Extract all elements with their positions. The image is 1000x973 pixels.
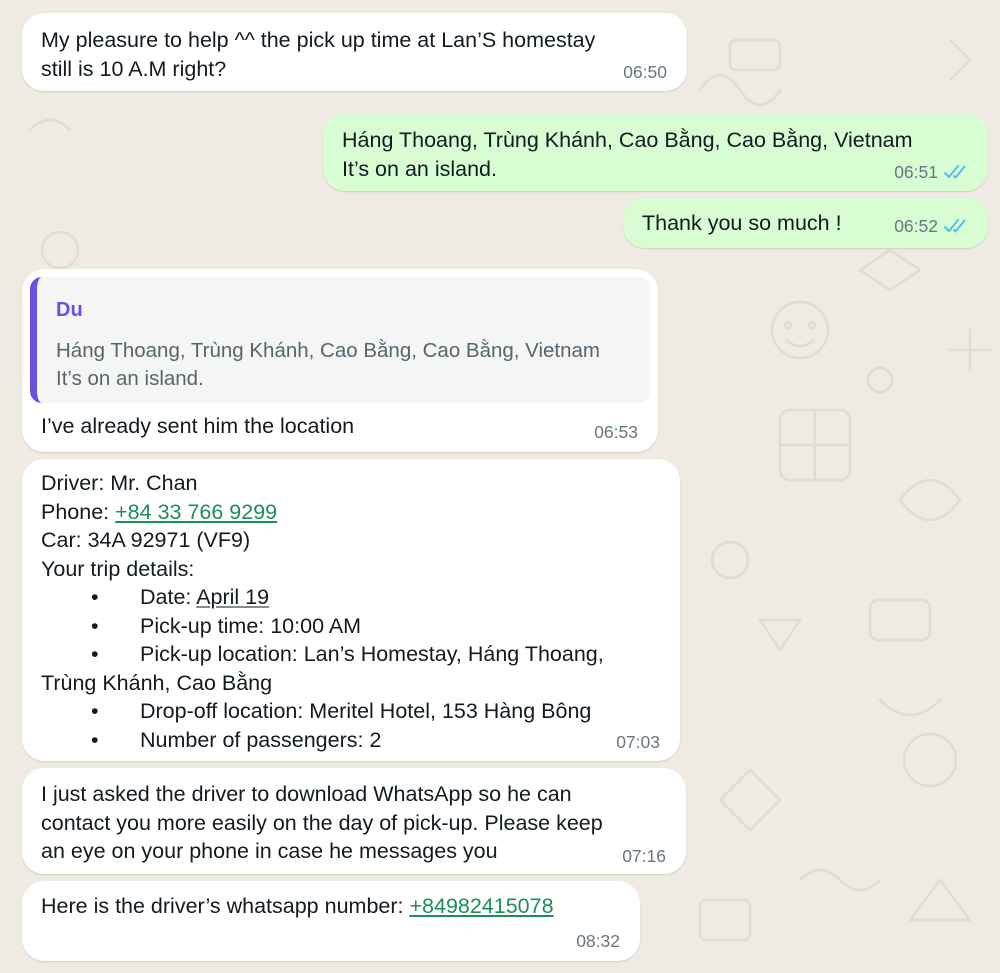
quoted-author: Du [56,299,83,321]
message-text: My pleasure to help ^^ the pick up time … [41,28,596,81]
trip-detail-pickup-location: • Pick-up location: Lan’s Homestay, Háng … [91,642,604,666]
trip-detail-dropoff: • Drop-off location: Meritel Hotel, 153 H… [91,699,592,723]
double-check-read-icon [944,219,966,233]
message-bubble-incoming[interactable]: Here is the driver’s whatsapp number: +8… [22,881,640,961]
message-text: Thank you so much ! [642,211,842,235]
message-time: 07:16 [622,846,666,866]
whatsapp-number-link[interactable]: +84982415078 [409,894,553,918]
message-time: 07:03 [616,732,660,752]
chat-area: My pleasure to help ^^ the pick up time … [0,0,1000,973]
message-bubble-driver-details[interactable]: Driver: Mr. Chan Phone: +84 33 766 9299 … [22,459,680,761]
message-bubble-outgoing[interactable]: Háng Thoang, Trùng Khánh, Cao Bằng, Cao … [323,113,988,191]
message-bubble-incoming-reply[interactable]: Du Háng Thoang, Trùng Khánh, Cao Bằng, C… [22,269,658,452]
driver-phone-line: Phone: +84 33 766 9299 [41,499,278,524]
quoted-text-line: It’s on an island. [56,367,204,390]
message-time: 06:52 [894,216,970,236]
message-bubble-incoming[interactable]: I just asked the driver to download What… [22,768,686,874]
message-text: Driver: Mr. Chan Phone: +84 33 766 9299 … [41,469,604,754]
message-text: Háng Thoang, Trùng Khánh, Cao Bằng, Cao … [342,128,913,181]
quoted-text-line: Háng Thoang, Trùng Khánh, Cao Bằng, Cao … [56,339,601,362]
message-time: 06:53 [594,422,638,442]
message-text: Here is the driver’s whatsapp number: +8… [41,894,554,918]
message-bubble-incoming[interactable]: My pleasure to help ^^ the pick up time … [22,13,687,91]
trip-heading: Your trip details: [41,556,195,581]
driver-phone-link[interactable]: +84 33 766 9299 [115,500,277,524]
driver-name: Driver: Mr. Chan [41,471,198,495]
message-text: I’ve already sent him the location [41,414,355,438]
date-value[interactable]: April 19 [196,585,269,609]
message-time: 06:50 [623,62,667,82]
message-bubble-outgoing[interactable]: Thank you so much ! 06:52 [623,198,988,248]
trip-detail-pickup-time: • Pick-up time: 10:00 AM [91,613,362,638]
trip-detail-pickup-location-cont: Trùng Khánh, Cao Bằng [41,670,273,695]
double-check-read-icon [944,165,966,179]
car-plate: Car: 34A 92971 (VF9) [41,528,251,552]
quoted-message[interactable]: Du Háng Thoang, Trùng Khánh, Cao Bằng, C… [30,277,650,403]
message-text: I just asked the driver to download What… [41,782,603,863]
message-time: 08:32 [576,931,620,951]
trip-detail-passengers: • Number of passengers: 2 [91,727,382,752]
trip-detail-date: • Date: April 19 [91,585,270,609]
message-time: 06:51 [894,162,970,182]
